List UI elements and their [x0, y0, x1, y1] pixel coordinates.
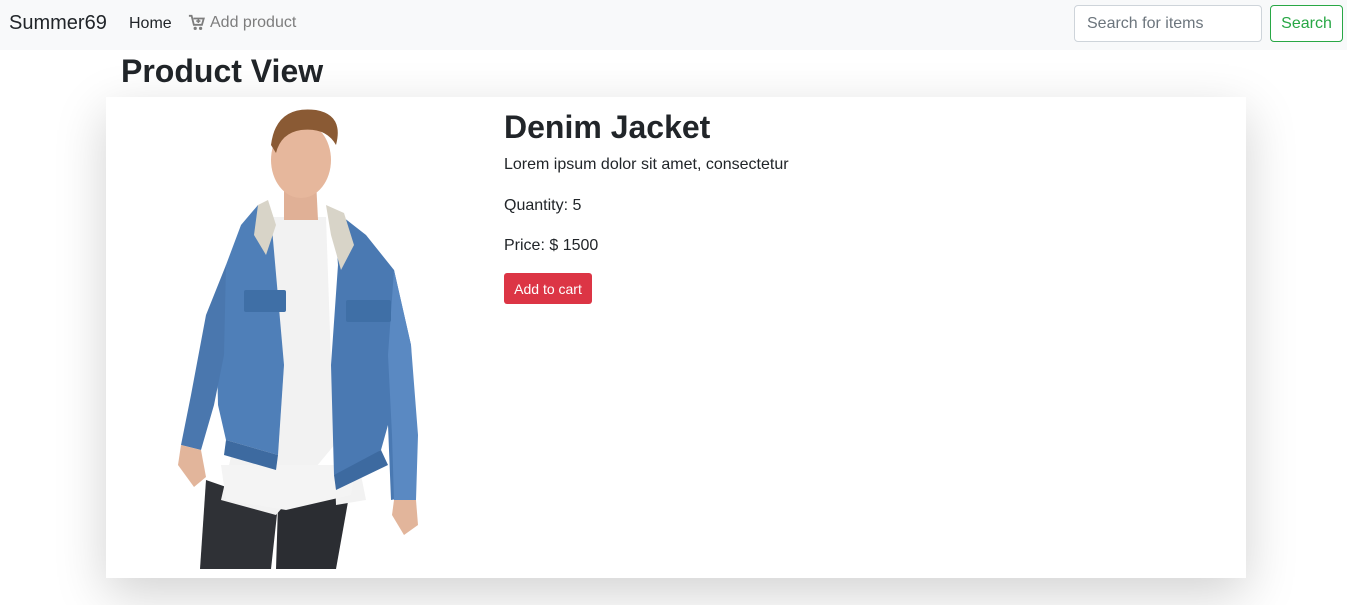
product-quantity: Quantity: 5: [504, 197, 581, 215]
product-image: [178, 109, 418, 569]
search-button[interactable]: Search: [1270, 5, 1343, 42]
search-input[interactable]: [1074, 5, 1262, 42]
nav-add-product-label: Add product: [210, 14, 297, 31]
nav-home-link[interactable]: Home: [129, 15, 172, 33]
cart-plus-icon: [188, 14, 205, 31]
product-name: Denim Jacket: [504, 109, 711, 145]
product-price: Price: $ 1500: [504, 237, 598, 255]
product-card: Denim Jacket Lorem ipsum dolor sit amet,…: [106, 97, 1246, 578]
nav-add-product-link[interactable]: Add product: [188, 14, 296, 32]
product-description: Lorem ipsum dolor sit amet, consectetur: [504, 156, 789, 173]
price-value: $ 1500: [549, 237, 599, 254]
page-title: Product View: [121, 53, 324, 89]
quantity-value: 5: [572, 197, 582, 214]
price-label: Price:: [504, 237, 545, 254]
quantity-label: Quantity:: [504, 197, 569, 214]
brand-logo[interactable]: Summer69: [9, 12, 107, 35]
navbar: Summer69 Home Add product Search: [0, 0, 1347, 50]
add-to-cart-button[interactable]: Add to cart: [504, 273, 592, 304]
